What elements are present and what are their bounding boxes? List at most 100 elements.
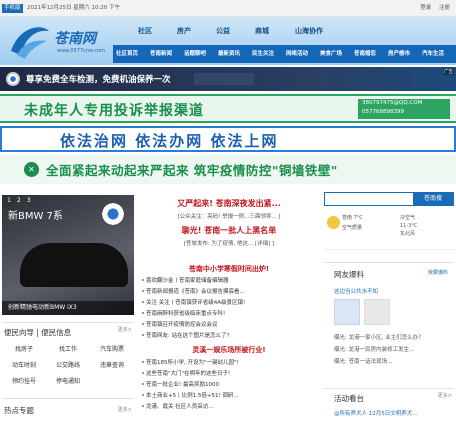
weather-city: 苍南: [342, 215, 353, 221]
logo-mark-icon: [11, 27, 49, 59]
headline-4[interactable]: 灵溪一娱乐场所被行业!: [140, 345, 318, 355]
bmw-banner-ad[interactable]: 尊享免费全车检测，免费机油保养一次 广告: [0, 67, 456, 91]
list-item[interactable]: 龙港、霞关 社区人员采访...: [142, 402, 214, 410]
report-item[interactable]: 曝光: 龙港一家小区, 业主们怎么办？: [334, 333, 424, 341]
nav-sub-3[interactable]: 最新资讯: [218, 49, 240, 59]
air-quality: 空气质量: [342, 225, 363, 231]
weather-temp: 7°C: [353, 215, 363, 221]
report-thumbnail[interactable]: [364, 299, 390, 325]
slider-page-3[interactable]: 3: [25, 197, 33, 204]
report-item[interactable]: 曝光: 苍南一话法现场...: [334, 357, 392, 365]
weather-detail: 冷空气 11-3°C 东北风: [400, 214, 417, 238]
list-item[interactable]: 关注 关注丨苍南镇获评省级4A级景区镇!: [141, 298, 245, 306]
headline-3[interactable]: 苍南中小学寒假时间出炉!: [140, 264, 318, 274]
slider-pager: 1 2 3: [5, 197, 33, 204]
conv-item[interactable]: 动车时刻: [4, 359, 44, 372]
list-item[interactable]: 喜欢翻沙金丨苍南家庭储备编辑器: [142, 276, 229, 284]
minor-complaint-banner[interactable]: 未成年人专用投诉举报渠道 380797475@QQ.COM 0577688983…: [0, 94, 456, 123]
subline-1: [公众关注：亮码! 举报一例...三酉领导... ]: [177, 214, 281, 220]
conv-item[interactable]: 违章查询: [92, 359, 132, 372]
search-button[interactable]: 苍南搜: [413, 193, 453, 205]
nav-sub-0[interactable]: 社区首页: [116, 49, 138, 59]
slider-page-2[interactable]: 2: [15, 197, 23, 204]
report-button[interactable]: 我要爆料: [428, 269, 448, 276]
law-banner-text: 依法治网 依法办网 依法上网: [60, 132, 279, 150]
nav-sub-2[interactable]: 话题聊吧: [184, 49, 206, 59]
nav-realestate[interactable]: 房产: [177, 26, 191, 36]
weather-range: 11-3°C: [400, 223, 418, 229]
more-link[interactable]: 更多>: [438, 392, 452, 399]
bmw-logo-icon: [102, 203, 124, 225]
slider-caption[interactable]: 创新精驰电动新BMW iX3: [2, 301, 134, 315]
featured-report-link[interactable]: 这边当公共水不知: [334, 287, 378, 295]
report-item[interactable]: 曝光: 龙港一民房内装修工发生...: [334, 345, 414, 353]
conv-item[interactable]: 找工作: [48, 343, 88, 356]
slider-title: 新BMW 7系: [8, 211, 63, 222]
bmw-logo-icon: [6, 72, 20, 86]
nav-sub-1[interactable]: 苍南新闻: [150, 49, 172, 59]
hot-topics-section: 热点专题 更多>: [2, 398, 134, 422]
nav-cooperation[interactable]: 山海协作: [295, 26, 323, 36]
logo-url: www.0577cnw.com: [57, 48, 105, 54]
subline-2: [苍坡发布: 为了疫情, 他这... [详细] ]: [183, 241, 275, 247]
bmw-ad-text: 尊享免费全车检测，免费机油保养一次: [26, 75, 171, 85]
convenience-title: 便民向导 | 便民信息: [4, 328, 72, 337]
list-item[interactable]: 苍南麻醉科获省级临床重点专科!: [141, 309, 225, 317]
more-link[interactable]: 更多>: [118, 406, 132, 413]
nav-primary: 社区 房产 公益 商城 山海协作: [113, 17, 456, 45]
conv-item[interactable]: 停电通知: [48, 375, 88, 388]
bmw-ad-side-panel: [194, 73, 254, 85]
nav-sub-6[interactable]: 美食广场: [320, 49, 342, 59]
list-item[interactable]: 本土商业+5丨比例1.5倍+51! 调研...: [142, 391, 239, 399]
weather-wind: 东北风: [400, 231, 416, 237]
report-thumbnail[interactable]: [334, 299, 360, 325]
register-link[interactable]: 注册: [439, 5, 450, 11]
weather-widget: 苍南 7°C 空气质量 冷空气 11-3°C 东北风: [324, 210, 454, 250]
nav-sub-9[interactable]: 汽车生活: [422, 49, 444, 59]
login-link[interactable]: 登录: [420, 5, 431, 11]
weather-location: 苍南 7°C: [342, 214, 363, 221]
nav-sub-5[interactable]: 网络活动: [286, 49, 308, 59]
headline-1[interactable]: 又严起来! 苍南深夜发出紧...: [140, 198, 318, 209]
site-logo[interactable]: 苍南网 www.0577cnw.com: [7, 21, 105, 61]
hot-topics-title: 热点专题: [4, 406, 34, 415]
list-item[interactable]: 苍南镇召开疫情防控会议会议: [142, 320, 218, 328]
nav-charity[interactable]: 公益: [216, 26, 230, 36]
law-banner[interactable]: 依法治网 依法办网 依法上网: [0, 126, 456, 152]
logo-title: 苍南网: [54, 31, 96, 47]
activity-item[interactable]: @所有养犬人 12月5日文明养犬...: [334, 409, 418, 417]
conv-item[interactable]: 找房子: [4, 343, 44, 356]
activity-section: 活动看台 更多> @所有养犬人 12月5日文明养犬...: [324, 388, 454, 422]
nav-secondary: 社区首页 苍南新闻 话题聊吧 最新资讯 民生关注 网络活动 美食广场 苍南婚恋 …: [113, 45, 456, 63]
convenience-title-text[interactable]: 便民向导: [4, 328, 34, 337]
ad-label: 广告: [443, 69, 454, 75]
slider-page-1[interactable]: 1: [5, 197, 13, 204]
conv-item[interactable]: 预约挂号: [4, 375, 44, 388]
top-bar: 手机版 2021年12月25日 星期六 10:20 下午 登录 注册: [0, 0, 456, 17]
list-item[interactable]: 苍南网友: 站在这个图片是怎么了?: [142, 331, 230, 339]
list-item[interactable]: 苍南185所小学, 开设为"一键幼儿园"!: [142, 358, 239, 366]
more-link[interactable]: 更多>: [118, 326, 132, 333]
car-image: [20, 243, 128, 287]
nav-sub-8[interactable]: 房产楼市: [388, 49, 410, 59]
convenience-section: 便民向导 | 便民信息 更多> 找房子 找工作 汽车购票 动车时刻 公交路线 违…: [2, 322, 134, 394]
covid-banner[interactable]: ✕ 全面紧起来动起来严起来 筑牢疫情防控"铜墙铁壁": [0, 155, 456, 184]
sun-icon: [327, 216, 340, 229]
headline-2[interactable]: 聊光! 苍南一批人上黑名单: [140, 225, 318, 236]
list-item[interactable]: 这些苍南"大门"在明年的这些日子!: [141, 369, 230, 377]
conv-item[interactable]: 汽车购票: [92, 343, 132, 356]
convenience-subtitle[interactable]: 便民信息: [41, 328, 71, 337]
contact-email: 380797475@QQ.COM: [362, 100, 423, 106]
nav-sub-4[interactable]: 民生关注: [252, 49, 274, 59]
nav-mall[interactable]: 商城: [255, 26, 269, 36]
image-slider[interactable]: 1 2 3 新BMW 7系 创新精驰电动新BMW iX3: [2, 195, 134, 315]
main-nav: 社区 房产 公益 商城 山海协作 社区首页 苍南新闻 话题聊吧 最新资讯 民生关…: [113, 17, 456, 65]
list-item[interactable]: 苍南新闻报道《苍南》会议报告摸底看...: [142, 287, 245, 295]
nav-community[interactable]: 社区: [138, 26, 152, 36]
mobile-version-link[interactable]: 手机版: [2, 4, 23, 13]
user-reports-section: 网友爆料 我要爆料 这边当公共水不知 曝光: 龙港一家小区, 业主们怎么办？ 曝…: [324, 262, 454, 372]
nav-sub-7[interactable]: 苍南婚恋: [354, 49, 376, 59]
search-input[interactable]: 苍南搜: [324, 192, 454, 206]
list-item[interactable]: 苍南一批企业! 最高奖励1000: [142, 380, 219, 388]
conv-item[interactable]: 公交路线: [48, 359, 88, 372]
